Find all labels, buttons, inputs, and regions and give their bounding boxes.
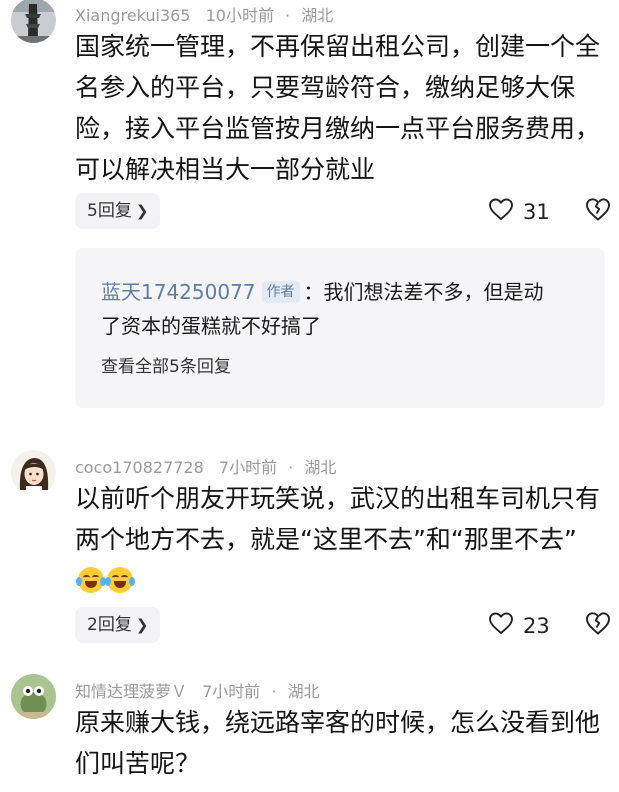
reply-count-button[interactable]: 2回复 ❯: [75, 607, 161, 643]
thread-reply-text-1: ：我们想法差不多，但是动: [303, 280, 544, 304]
laugh-cry-emoji: [105, 567, 135, 593]
laugh-cry-emoji: [76, 567, 106, 593]
comment-location: 湖北: [304, 458, 337, 477]
comment-text[interactable]: 国家统一管理，不再保留出租公司，创建一个全名参入的平台，只要驾龄符合，缴纳足够大…: [75, 26, 603, 190]
comment-text-content: 以前听个朋友开玩笑说，武汉的出租车司机只有两个地方不去，就是“这里不去”和“那里…: [75, 484, 601, 554]
chevron-right-icon: ❯: [135, 202, 149, 220]
thread-reply-text-2: 了资本的蛋糕就不好搞了: [101, 314, 321, 338]
heart-outline-icon: [488, 611, 514, 640]
comment-meta: Xiangrekui365 10小时前 · 湖北: [75, 2, 333, 26]
reply-count-label: 2回复: [87, 615, 132, 635]
avatar[interactable]: [11, 674, 56, 719]
chevron-right-icon: ❯: [135, 616, 149, 634]
avatar[interactable]: [11, 450, 56, 495]
broken-heart-icon: [584, 612, 612, 640]
avatar[interactable]: [11, 0, 56, 43]
comment-location: 湖北: [287, 682, 320, 701]
meta-separator: ·: [288, 458, 294, 477]
comment-meta: 知情达理菠萝Ｖ 7小时前 · 湖北: [75, 678, 320, 702]
heart-outline-icon: [488, 197, 514, 226]
reply-thread-preview[interactable]: 蓝天174250077 作者 ：我们想法差不多，但是动 了资本的蛋糕就不好搞了 查看…: [75, 248, 605, 408]
meta-separator: ·: [285, 6, 291, 25]
comment-time: 7小时前: [202, 682, 261, 701]
comment-time: 7小时前: [218, 458, 278, 477]
reply-count-label: 5回复: [87, 201, 132, 221]
like-count: 23: [523, 613, 550, 638]
like-button[interactable]: 23: [488, 611, 550, 640]
thread-reply-continued: 了资本的蛋糕就不好搞了: [101, 308, 591, 344]
username[interactable]: coco170827728: [75, 458, 204, 477]
comment-text[interactable]: 以前听个朋友开玩笑说，武汉的出租车司机只有两个地方不去，就是“这里不去”和“那里…: [75, 478, 603, 601]
author-badge: 作者: [261, 281, 300, 303]
meta-separator: ·: [271, 682, 277, 701]
thread-reply: 蓝天174250077 作者 ：我们想法差不多，但是动: [101, 274, 591, 310]
comment-location: 湖北: [301, 6, 334, 25]
view-all-replies-link[interactable]: 查看全部5条回复: [101, 352, 231, 377]
broken-heart-icon: [584, 198, 612, 226]
thread-author-name[interactable]: 蓝天174250077: [101, 280, 256, 304]
like-button[interactable]: 31: [488, 197, 550, 226]
username[interactable]: 知情达理菠萝Ｖ: [75, 682, 187, 701]
like-count: 31: [523, 199, 550, 224]
dislike-button[interactable]: [584, 610, 612, 640]
dislike-button[interactable]: [584, 196, 612, 226]
reply-count-button[interactable]: 5回复 ❯: [75, 193, 161, 229]
comment-text[interactable]: 原来赚大钱，绕远路宰客的时候，怎么没看到他们叫苦呢？: [75, 702, 603, 784]
username[interactable]: Xiangrekui365: [75, 6, 190, 25]
comment-time: 10小时前: [205, 6, 274, 25]
comment-meta: coco170827728 7小时前 · 湖北: [75, 454, 336, 478]
